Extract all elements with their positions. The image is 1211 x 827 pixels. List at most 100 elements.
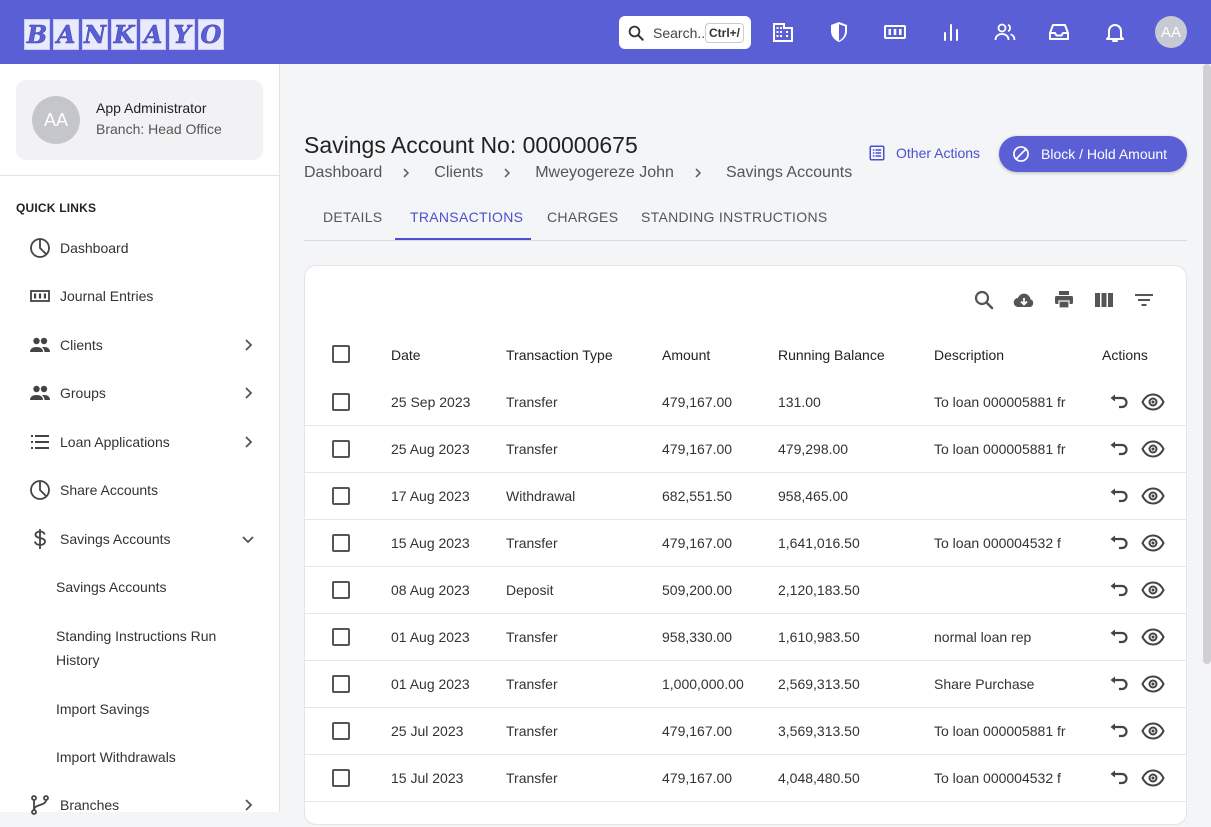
- cell-running-balance: 2,569,313.50: [778, 676, 860, 692]
- cell-transaction-type: Transfer: [506, 441, 558, 457]
- table-row[interactable]: 01 Aug 2023 Transfer 1,000,000.00 2,569,313…: [305, 661, 1186, 708]
- tab-charges[interactable]: CHARGES: [547, 209, 618, 225]
- tab-details[interactable]: DETAILS: [323, 209, 382, 225]
- transactions-card: Date Transaction Type Amount Running Bal…: [304, 265, 1187, 825]
- undo-icon[interactable]: [1106, 437, 1130, 461]
- eye-icon[interactable]: [1141, 531, 1165, 555]
- row-checkbox[interactable]: [332, 769, 350, 787]
- sidebar-subitem-import-savings[interactable]: Import Savings: [56, 697, 236, 721]
- breadcrumb-client-name[interactable]: Mweyogereze John: [535, 164, 674, 182]
- table-row[interactable]: 25 Sep 2023 Transfer 479,167.00 131.00 To lo…: [305, 379, 1186, 426]
- column-header-date[interactable]: Date: [391, 347, 421, 363]
- other-actions-button[interactable]: Other Actions: [868, 144, 980, 162]
- sidebar-item-clients[interactable]: Clients: [16, 323, 264, 367]
- sidebar-item-loan-applications[interactable]: Loan Applications: [16, 420, 264, 464]
- search-placeholder: Search..: [653, 24, 706, 41]
- eye-icon[interactable]: [1141, 719, 1165, 743]
- sidebar-subitem-standing-instructions-run-history[interactable]: Standing Instructions Run History: [56, 624, 236, 672]
- undo-icon[interactable]: [1106, 719, 1130, 743]
- sidebar-item-savings-accounts[interactable]: Savings Accounts: [16, 517, 264, 561]
- eye-icon[interactable]: [1141, 437, 1165, 461]
- cell-date: 17 Aug 2023: [391, 488, 470, 504]
- sidebar-item-label: Loan Applications: [60, 434, 170, 450]
- table-row[interactable]: 15 Aug 2023 Transfer 479,167.00 1,641,016.5…: [305, 520, 1186, 567]
- table-header: Date Transaction Type Amount Running Bal…: [305, 338, 1186, 374]
- search-icon[interactable]: [972, 288, 996, 312]
- table-row[interactable]: 25 Jul 2023 Transfer 479,167.00 3,569,313.5…: [305, 708, 1186, 755]
- undo-icon[interactable]: [1106, 484, 1130, 508]
- branch-icon: [31, 795, 49, 815]
- sidebar-subitem-import-withdrawals[interactable]: Import Withdrawals: [56, 745, 236, 769]
- undo-icon[interactable]: [1106, 766, 1130, 790]
- bell-icon[interactable]: [1103, 20, 1127, 44]
- table-row[interactable]: 08 Aug 2023 Deposit 509,200.00 2,120,183.50: [305, 567, 1186, 614]
- eye-icon[interactable]: [1141, 484, 1165, 508]
- sidebar-subitem-savings-accounts[interactable]: Savings Accounts: [56, 575, 236, 599]
- tab-standing-instructions[interactable]: STANDING INSTRUCTIONS: [641, 209, 828, 225]
- filter-icon[interactable]: [1132, 288, 1156, 312]
- other-actions-label: Other Actions: [896, 145, 981, 161]
- sidebar-item-label: Branches: [60, 797, 120, 813]
- tab-transactions[interactable]: TRANSACTIONS: [410, 209, 523, 225]
- people-icon: [30, 385, 50, 400]
- select-all-checkbox[interactable]: [332, 345, 350, 363]
- sidebar-item-groups[interactable]: Groups: [16, 371, 264, 415]
- eye-icon[interactable]: [1141, 578, 1165, 602]
- column-header-running-balance[interactable]: Running Balance: [778, 347, 885, 363]
- page-scrollbar[interactable]: [1203, 64, 1211, 664]
- eye-icon[interactable]: [1141, 766, 1165, 790]
- sidebar-item-share-accounts[interactable]: Share Accounts: [16, 468, 264, 512]
- undo-icon[interactable]: [1106, 672, 1130, 696]
- building-icon[interactable]: [771, 20, 795, 44]
- journal-icon: [30, 290, 50, 302]
- row-checkbox[interactable]: [332, 722, 350, 740]
- columns-icon[interactable]: [1092, 288, 1116, 312]
- undo-icon[interactable]: [1106, 578, 1130, 602]
- chart-icon[interactable]: [939, 20, 963, 44]
- profile-card[interactable]: AA App Administrator Branch: Head Office: [16, 80, 263, 160]
- block-hold-amount-button[interactable]: Block / Hold Amount: [999, 136, 1187, 172]
- inbox-icon[interactable]: [1047, 20, 1071, 44]
- table-row[interactable]: 25 Aug 2023 Transfer 479,167.00 479,298.00 T…: [305, 426, 1186, 473]
- bankayo-logo[interactable]: B A N K A Y O: [24, 19, 224, 50]
- row-checkbox[interactable]: [332, 440, 350, 458]
- breadcrumb-dashboard[interactable]: Dashboard: [304, 164, 382, 182]
- print-icon[interactable]: [1052, 288, 1076, 312]
- undo-icon[interactable]: [1106, 531, 1130, 555]
- table-row[interactable]: 17 Aug 2023 Withdrawal 682,551.50 958,465.0…: [305, 473, 1186, 520]
- table-row[interactable]: 15 Jul 2023 Transfer 479,167.00 4,048,480.5…: [305, 755, 1186, 802]
- row-checkbox[interactable]: [332, 534, 350, 552]
- sidebar-item-dashboard[interactable]: Dashboard: [16, 226, 264, 270]
- cell-description: To loan 000004532 f: [934, 770, 1061, 786]
- chevron-right-icon: [403, 168, 410, 178]
- sidebar-item-label: Dashboard: [60, 240, 129, 256]
- eye-icon[interactable]: [1141, 672, 1165, 696]
- row-checkbox[interactable]: [332, 628, 350, 646]
- undo-icon[interactable]: [1106, 390, 1130, 414]
- users-icon[interactable]: [993, 20, 1017, 44]
- user-avatar[interactable]: AA: [1155, 16, 1187, 48]
- chevron-right-icon: [245, 387, 253, 399]
- column-header-description[interactable]: Description: [934, 347, 1004, 363]
- row-checkbox[interactable]: [332, 581, 350, 599]
- shield-icon[interactable]: [827, 20, 851, 44]
- cell-description: To loan 000004532 f: [934, 535, 1061, 551]
- column-header-amount[interactable]: Amount: [662, 347, 710, 363]
- sidebar-item-journal-entries[interactable]: Journal Entries: [16, 274, 264, 318]
- table-row[interactable]: 01 Aug 2023 Transfer 958,330.00 1,610,983.5…: [305, 614, 1186, 661]
- row-checkbox[interactable]: [332, 393, 350, 411]
- breadcrumb-clients[interactable]: Clients: [434, 164, 483, 182]
- cell-transaction-type: Transfer: [506, 723, 558, 739]
- journal-icon[interactable]: [883, 20, 907, 44]
- search-box[interactable]: Search.. Ctrl+/: [619, 16, 751, 49]
- cell-date: 01 Aug 2023: [391, 629, 470, 645]
- cell-description: Share Purchase: [934, 676, 1035, 692]
- sidebar-item-branches[interactable]: Branches: [16, 783, 264, 827]
- download-icon[interactable]: [1012, 288, 1036, 312]
- eye-icon[interactable]: [1141, 390, 1165, 414]
- row-checkbox[interactable]: [332, 487, 350, 505]
- row-checkbox[interactable]: [332, 675, 350, 693]
- column-header-transaction-type[interactable]: Transaction Type: [506, 347, 613, 363]
- undo-icon[interactable]: [1106, 625, 1130, 649]
- eye-icon[interactable]: [1141, 625, 1165, 649]
